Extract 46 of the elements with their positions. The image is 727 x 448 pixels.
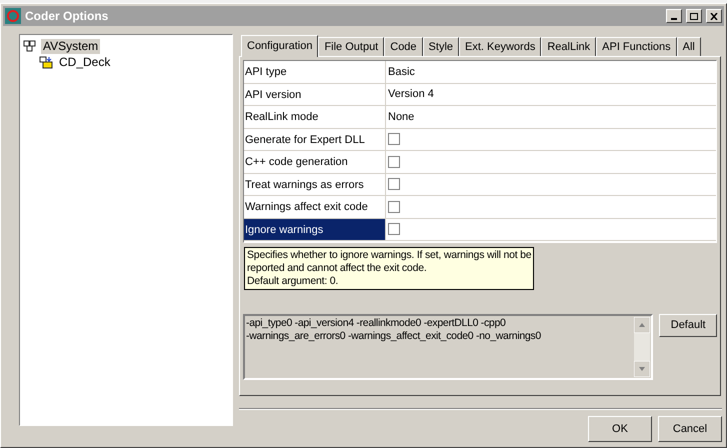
tab[interactable]: Configuration <box>241 35 318 57</box>
tooltip-text: reported and cannot affect the exit code. <box>247 262 428 275</box>
tab[interactable]: All <box>676 37 701 56</box>
command-line-text: -warnings_are_errors0 -warnings_affect_exit_code0 -no_warnings0 <box>246 330 542 343</box>
tab[interactable]: RealLink <box>541 37 596 56</box>
device-folder-icon <box>39 56 53 68</box>
dialog-button[interactable]: OK <box>588 416 652 442</box>
property-name[interactable]: C++ code generation <box>244 151 386 172</box>
cubes-icon <box>23 40 37 52</box>
command-line-text: -api_type0 -api_version4 -reallinkmode0 -expertDLL0 -cpp0 <box>246 317 507 330</box>
dialog-button[interactable]: Cancel <box>658 416 722 442</box>
checkbox[interactable] <box>388 200 400 213</box>
tab[interactable]: Ext. Keywords <box>459 37 542 56</box>
property-name[interactable]: API type <box>244 61 386 82</box>
checkbox[interactable] <box>388 223 400 236</box>
scrollbar[interactable] <box>634 317 650 377</box>
tab[interactable]: Code <box>384 37 423 56</box>
tree-item[interactable]: CD_Deck <box>57 54 112 70</box>
scroll-up-icon[interactable] <box>634 317 650 333</box>
scroll-down-icon[interactable] <box>634 361 650 377</box>
tooltip-text: Default argument: 0. <box>247 275 340 288</box>
window-title: Coder Options <box>25 8 110 25</box>
property-name[interactable]: Warnings affect exit code <box>244 196 386 218</box>
property-name[interactable]: Treat warnings as errors <box>244 174 386 195</box>
close-icon <box>710 12 718 20</box>
maximize-icon <box>690 12 698 20</box>
property-name[interactable]: API version <box>244 84 386 105</box>
tab[interactable]: API Functions <box>596 37 677 56</box>
property-name[interactable]: RealLink mode <box>244 106 386 128</box>
tooltip-text: Specifies whether to ignore warnings. If set, warnings will not be <box>247 249 532 262</box>
close-button[interactable] <box>706 9 722 23</box>
checkbox[interactable] <box>388 178 400 190</box>
checkbox[interactable] <box>388 156 400 168</box>
tab[interactable]: Style <box>422 37 460 56</box>
default-button[interactable]: Default <box>659 314 717 337</box>
app-icon <box>5 8 21 24</box>
tree-item[interactable]: AVSystem <box>41 38 100 54</box>
property-value[interactable]: Basic <box>388 64 415 80</box>
property-value[interactable]: None <box>388 108 414 125</box>
property-name[interactable]: Ignore warnings <box>244 218 386 240</box>
maximize-button[interactable] <box>686 9 702 23</box>
checkbox[interactable] <box>388 133 400 146</box>
tab[interactable]: File Output <box>318 37 384 56</box>
property-value[interactable]: Version 4 <box>388 86 434 102</box>
property-name[interactable]: Generate for Expert DLL <box>244 128 386 150</box>
minimize-button[interactable] <box>666 9 682 23</box>
